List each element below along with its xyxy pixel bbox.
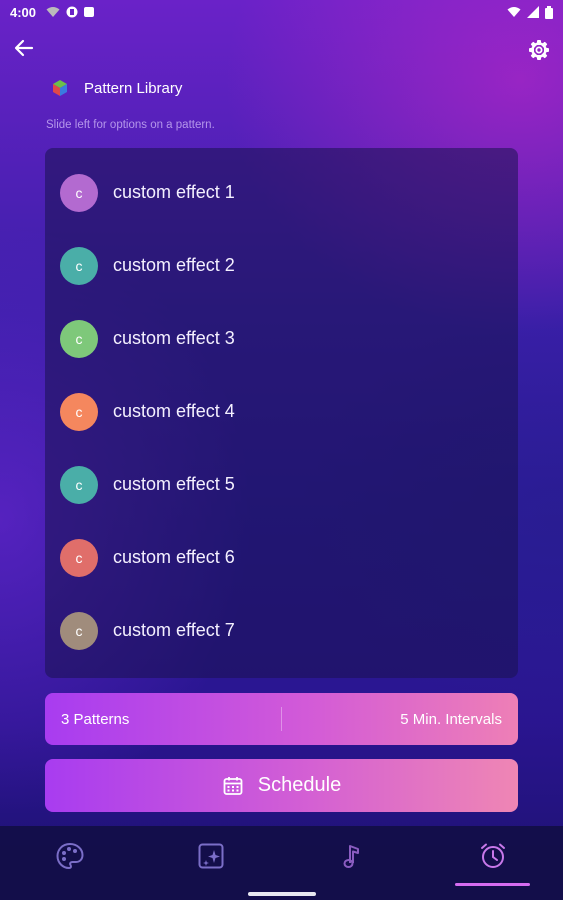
music-note-icon [343, 845, 359, 868]
pattern-name: custom effect 2 [113, 255, 235, 275]
cell-signal-icon [527, 6, 539, 18]
pattern-list-item[interactable]: c custom effect 3 [45, 302, 518, 375]
pattern-list-item[interactable]: c custom effect 4 [45, 375, 518, 448]
sd-card-icon [84, 7, 95, 17]
notification-icon [66, 6, 78, 18]
bottom-navigation [0, 826, 563, 900]
pattern-list-item[interactable]: c custom effect 2 [45, 229, 518, 302]
pattern-list-item[interactable]: c custom effect 1 [45, 156, 518, 229]
pattern-avatar: c [60, 392, 98, 431]
schedule-button[interactable]: Schedule [45, 759, 518, 812]
schedule-summary-bar[interactable]: 3 Patterns 5 Min. Intervals [45, 693, 518, 745]
palette-icon [56, 842, 84, 870]
pattern-name: custom effect 1 [113, 182, 235, 202]
interval-label: 5 Min. Intervals [400, 710, 502, 728]
tab-effects[interactable] [191, 838, 231, 874]
library-header: Pattern Library [50, 78, 182, 98]
pattern-list: c custom effect 1 c custom effect 2 c cu… [45, 148, 518, 678]
pattern-avatar: c [60, 538, 98, 577]
tab-schedule[interactable] [473, 838, 513, 874]
pattern-avatar: c [60, 465, 98, 504]
status-bar: 4:00 [0, 0, 563, 24]
swipe-hint-text: Slide left for options on a pattern. [46, 119, 215, 131]
gesture-home-bar [248, 892, 316, 896]
back-button[interactable] [10, 34, 38, 62]
pattern-name: custom effect 6 [113, 547, 235, 567]
pattern-list-item[interactable]: c custom effect 7 [45, 594, 518, 667]
gear-icon [529, 40, 549, 60]
pattern-count-label: 3 Patterns [61, 710, 130, 728]
pattern-list-item[interactable]: c custom effect 5 [45, 448, 518, 521]
tab-music[interactable] [332, 838, 372, 874]
wifi-signal-icon [46, 7, 60, 17]
top-app-bar [0, 30, 563, 66]
status-time: 4:00 [10, 4, 37, 20]
sparkle-effects-icon [198, 843, 224, 869]
pattern-name: custom effect 7 [113, 620, 235, 640]
schedule-button-label: Schedule [257, 774, 342, 796]
pattern-avatar: c [60, 611, 98, 650]
alarm-clock-icon [481, 843, 505, 868]
calendar-icon [223, 776, 243, 795]
pattern-name: custom effect 5 [113, 474, 235, 494]
pattern-name: custom effect 3 [113, 328, 235, 348]
tab-palette[interactable] [50, 838, 90, 874]
arrow-back-icon [14, 39, 34, 57]
pattern-avatar: c [60, 319, 98, 358]
wifi-icon [507, 7, 521, 17]
active-tab-indicator [455, 883, 530, 886]
page-title: Pattern Library [84, 79, 183, 97]
pattern-list-item[interactable]: c custom effect 6 [45, 521, 518, 594]
pattern-avatar: c [60, 246, 98, 285]
battery-icon [545, 5, 553, 19]
pattern-avatar: c [60, 173, 98, 212]
settings-button[interactable] [525, 36, 553, 64]
cube-logo-icon [53, 80, 67, 96]
pattern-name: custom effect 4 [113, 401, 235, 421]
